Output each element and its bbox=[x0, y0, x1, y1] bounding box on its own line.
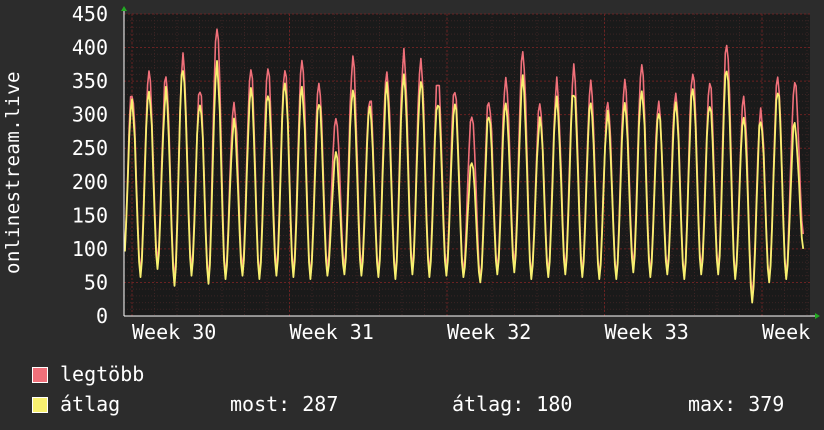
y-tick-label: 200 bbox=[72, 170, 108, 194]
y-tick-labels: 0 50 100 150 200 250 300 350 400 450 bbox=[72, 2, 108, 328]
y-tick-label: 350 bbox=[72, 69, 108, 93]
x-tick-label: Week 30 bbox=[132, 320, 216, 344]
stat-average: átlag: 180 bbox=[452, 392, 573, 416]
legend-swatch-max bbox=[32, 367, 48, 383]
x-tick-label: Week 33 bbox=[605, 320, 689, 344]
y-axis-arrow bbox=[121, 6, 127, 11]
y-tick-label: 400 bbox=[72, 36, 108, 60]
y-tick-label: 50 bbox=[84, 270, 108, 294]
y-tick-label: 100 bbox=[72, 237, 108, 261]
x-axis-arrow bbox=[815, 313, 820, 319]
x-tick-label: Week bbox=[762, 320, 810, 344]
legend-label-max: legtöbb bbox=[60, 362, 145, 386]
x-tick-labels: Week 30 Week 31 Week 32 Week 33 Week bbox=[132, 320, 810, 344]
chart-panel: 0 50 100 150 200 250 300 350 400 450 Week 30 Week … bbox=[0, 0, 824, 430]
y-axis-label: onlinestream.live bbox=[2, 71, 24, 274]
y-tick-label: 300 bbox=[72, 103, 108, 127]
x-tick-label: Week 32 bbox=[447, 320, 531, 344]
legend-swatch-avg bbox=[32, 397, 48, 413]
y-tick-label: 250 bbox=[72, 136, 108, 160]
stat-maximum: max: 379 bbox=[688, 392, 785, 416]
y-tick-label: 0 bbox=[96, 304, 108, 328]
stat-current: most: 287 bbox=[230, 392, 339, 416]
legend-label-avg: átlag bbox=[60, 392, 121, 416]
y-tick-label: 450 bbox=[72, 2, 108, 26]
y-tick-label: 150 bbox=[72, 203, 108, 227]
line-chart: 050100150200250300350400450 Week 30 Week … bbox=[72, 2, 820, 344]
x-tick-label: Week 31 bbox=[290, 320, 374, 344]
